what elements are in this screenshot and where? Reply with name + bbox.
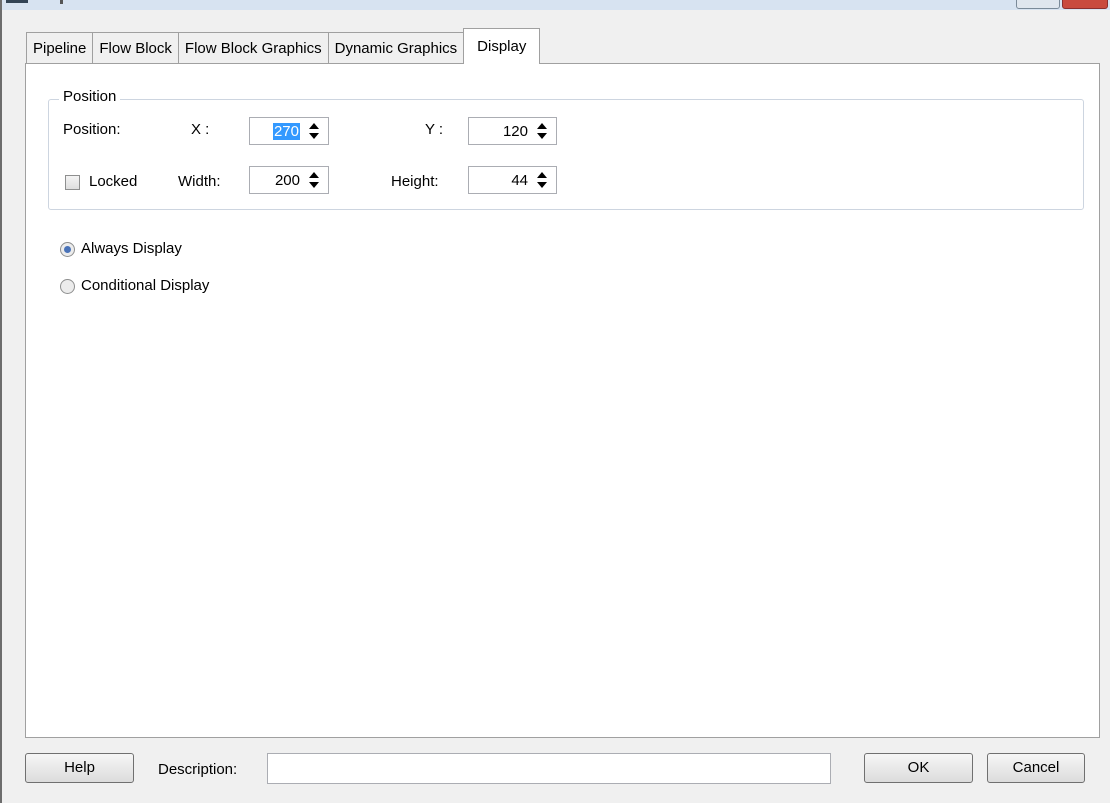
window-title-strip: [0, 0, 1110, 10]
locked-label[interactable]: Locked: [89, 173, 137, 190]
y-label: Y :: [425, 121, 444, 138]
tab-pipeline[interactable]: Pipeline: [26, 32, 94, 64]
description-input[interactable]: [267, 753, 831, 784]
width-spinbox[interactable]: 200: [249, 166, 329, 194]
description-label: Description:: [158, 761, 238, 778]
x-label: X :: [191, 121, 210, 138]
spin-down-icon[interactable]: [537, 182, 547, 188]
tab-flow-block[interactable]: Flow Block: [92, 32, 179, 64]
app-icon: [6, 0, 28, 3]
window-left-edge: [0, 0, 2, 803]
locked-checkbox[interactable]: [65, 175, 80, 190]
height-value: 44: [511, 172, 528, 189]
y-value: 120: [502, 123, 528, 140]
help-button[interactable]: Help: [25, 753, 134, 783]
conditional-display-radio[interactable]: [60, 279, 75, 294]
height-label: Height:: [391, 173, 439, 190]
ok-button[interactable]: OK: [864, 753, 973, 783]
height-spin-arrows[interactable]: [534, 168, 550, 192]
y-spinbox[interactable]: 120: [468, 117, 557, 145]
title-text-fragment: [60, 0, 63, 4]
spin-up-icon[interactable]: [309, 172, 319, 178]
display-tab-panel: Position Position: X : 270 Y : 120 Locke…: [25, 63, 1100, 738]
cancel-button[interactable]: Cancel: [987, 753, 1085, 783]
spin-down-icon[interactable]: [309, 182, 319, 188]
x-spinbox[interactable]: 270: [249, 117, 329, 145]
width-spin-arrows[interactable]: [306, 168, 322, 192]
y-spin-arrows[interactable]: [534, 119, 550, 143]
spin-up-icon[interactable]: [537, 172, 547, 178]
minimize-button[interactable]: [1016, 0, 1060, 9]
spin-up-icon[interactable]: [309, 123, 319, 129]
conditional-display-label[interactable]: Conditional Display: [81, 277, 209, 294]
tab-flow-block-graphics[interactable]: Flow Block Graphics: [177, 32, 329, 64]
x-value: 270: [272, 123, 300, 140]
close-button[interactable]: [1062, 0, 1108, 9]
spin-down-icon[interactable]: [309, 133, 319, 139]
width-value: 200: [274, 172, 300, 189]
tab-display[interactable]: Display: [463, 28, 541, 64]
position-label: Position:: [63, 121, 121, 138]
spin-down-icon[interactable]: [537, 133, 547, 139]
x-spin-arrows[interactable]: [306, 119, 322, 143]
width-label: Width:: [178, 173, 221, 190]
spin-up-icon[interactable]: [537, 123, 547, 129]
tab-dynamic-graphics[interactable]: Dynamic Graphics: [327, 32, 465, 64]
tab-bar: Pipeline Flow Block Flow Block Graphics …: [26, 28, 541, 64]
position-group-title: Position: [59, 88, 121, 105]
position-group: Position Position: X : 270 Y : 120 Locke…: [48, 88, 1084, 210]
always-display-radio[interactable]: [60, 242, 75, 257]
always-display-label[interactable]: Always Display: [81, 240, 182, 257]
height-spinbox[interactable]: 44: [468, 166, 557, 194]
